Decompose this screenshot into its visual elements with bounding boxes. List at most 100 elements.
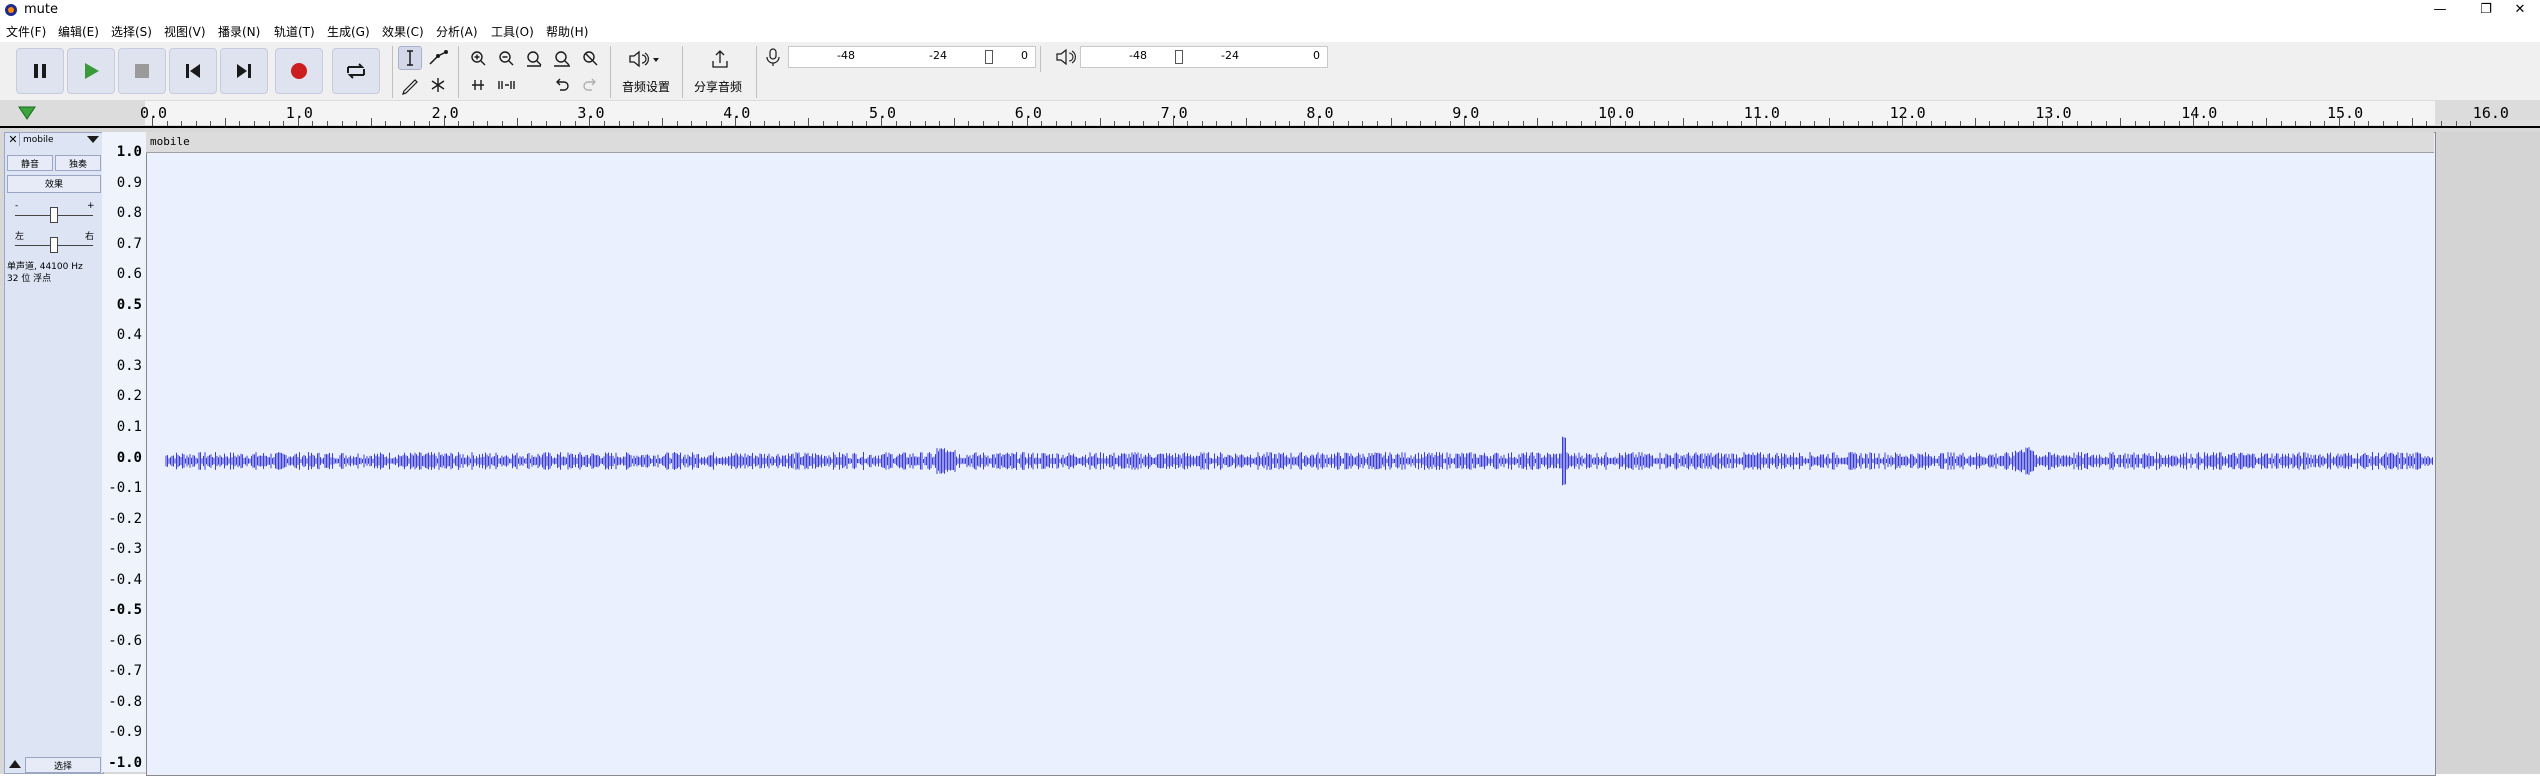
- ruler-tick: [2003, 121, 2005, 126]
- undo-button[interactable]: [550, 73, 574, 97]
- trim-audio-button[interactable]: [466, 73, 490, 97]
- ruler-tick: [1012, 121, 1014, 126]
- play-button[interactable]: [67, 48, 115, 94]
- ruler-tick: [1639, 121, 1641, 126]
- multi-tool[interactable]: [426, 73, 450, 97]
- ruler-label: 3.0: [577, 104, 605, 122]
- zoom-toggle-button[interactable]: [578, 46, 602, 70]
- close-button[interactable]: ✕: [2500, 0, 2540, 20]
- minimize-button[interactable]: —: [2420, 0, 2460, 20]
- menu-edit[interactable]: 编辑(E): [58, 23, 99, 40]
- skip-to-start-button[interactable]: [169, 48, 217, 94]
- speaker-icon[interactable]: [1054, 47, 1076, 67]
- redo-button[interactable]: [578, 73, 602, 97]
- menu-help[interactable]: 帮助(H): [546, 23, 588, 40]
- skip-to-end-button[interactable]: [220, 48, 268, 94]
- menu-view[interactable]: 视图(V): [164, 23, 206, 40]
- menu-analyze[interactable]: 分析(A): [436, 23, 478, 40]
- audio-setup-button[interactable]: 音频设置: [616, 46, 676, 96]
- menu-effect[interactable]: 效果(C): [382, 23, 424, 40]
- gain-slider-thumb[interactable]: [50, 207, 58, 223]
- pause-button[interactable]: [16, 48, 64, 94]
- ruler-tick: [2382, 121, 2384, 126]
- ruler-tick: [1143, 121, 1145, 126]
- amplitude-label: -0.6: [108, 632, 142, 649]
- ruler-tick: [1070, 121, 1072, 126]
- pan-left-label: 左: [15, 232, 25, 242]
- track-menu-dropdown-icon[interactable]: [87, 136, 99, 144]
- amplitude-label: -0.3: [108, 541, 142, 558]
- speaker-dropdown-icon: [629, 50, 659, 68]
- silence-audio-button[interactable]: [494, 73, 518, 97]
- fit-selection-button[interactable]: [522, 46, 546, 70]
- menu-file[interactable]: 文件(F): [6, 23, 46, 40]
- selection-tool[interactable]: [398, 46, 422, 70]
- playback-meter[interactable]: -48 -24 0: [1080, 46, 1328, 68]
- ruler-tick: [1362, 121, 1364, 126]
- record-icon: [291, 63, 307, 79]
- menu-generate[interactable]: 生成(G): [327, 23, 370, 40]
- track-close-button[interactable]: ✕: [7, 133, 20, 146]
- solo-label: 独奏: [68, 160, 87, 170]
- toolbar-separator: [1040, 46, 1041, 72]
- ruler-label: 15.0: [2327, 104, 2364, 122]
- ruler-tick: [2368, 121, 2370, 126]
- ruler-label: 16.0: [2472, 104, 2509, 122]
- clip-title-bar[interactable]: [146, 132, 2434, 153]
- record-button[interactable]: [275, 48, 323, 94]
- ruler-tick: [1493, 121, 1495, 126]
- draw-tool[interactable]: [398, 73, 422, 97]
- zoom-in-button[interactable]: [466, 46, 490, 70]
- menu-tracks[interactable]: 轨道(T): [274, 23, 315, 40]
- share-audio-button[interactable]: 分享音频: [690, 46, 750, 96]
- ruler-tick: [2149, 121, 2151, 126]
- ruler-tick: [851, 121, 853, 126]
- solo-button[interactable]: 独奏: [55, 155, 101, 171]
- fit-project-button[interactable]: [550, 46, 574, 70]
- mute-button[interactable]: 静音: [7, 155, 53, 171]
- ruler-tick: [1405, 121, 1407, 126]
- menu-tools[interactable]: 工具(O): [491, 23, 534, 40]
- select-track-button[interactable]: 选择: [25, 757, 101, 773]
- stop-icon: [135, 64, 149, 78]
- record-level-slider[interactable]: [985, 50, 993, 64]
- effects-button[interactable]: 效果: [7, 175, 101, 193]
- ruler-tick: [603, 121, 605, 126]
- playback-level-slider[interactable]: [1175, 50, 1183, 64]
- ruler-tick: [1668, 121, 1670, 126]
- amplitude-label: 0.5: [116, 296, 142, 313]
- ruler-tick: [1201, 121, 1203, 126]
- menu-transport[interactable]: 播录(N): [218, 23, 260, 40]
- zoom-toggle-icon: [583, 51, 598, 66]
- ruler-tick: [1580, 121, 1582, 126]
- ruler-tick: [1697, 121, 1699, 126]
- waveform[interactable]: [146, 152, 2434, 772]
- microphone-icon[interactable]: [764, 47, 782, 67]
- collapse-track-icon[interactable]: [9, 759, 21, 769]
- envelope-tool[interactable]: [426, 46, 450, 70]
- ruler-tick: [662, 118, 664, 126]
- ruler-tick: [487, 121, 489, 126]
- ruler-tick: [1537, 118, 1539, 126]
- ruler-tick: [2076, 121, 2078, 126]
- ruler-tick: [1843, 121, 1845, 126]
- loop-button[interactable]: [332, 48, 380, 94]
- playhead-marker-icon[interactable]: [18, 106, 36, 120]
- share-icon: [712, 50, 728, 68]
- record-meter[interactable]: -48 -24 0: [788, 46, 1036, 68]
- ruler-tick: [1959, 121, 1961, 126]
- ruler-tick: [1041, 121, 1043, 126]
- zoom-out-button[interactable]: [494, 46, 518, 70]
- stop-button[interactable]: [118, 48, 166, 94]
- ruler-tick: [735, 116, 737, 126]
- track-name-menu[interactable]: mobile: [23, 135, 54, 145]
- ruler-tick: [2266, 118, 2268, 126]
- pause-icon: [34, 64, 46, 78]
- ruler-tick: [1916, 121, 1918, 126]
- menu-select[interactable]: 选择(S): [111, 23, 152, 40]
- ruler-tick: [254, 121, 256, 126]
- pan-slider-thumb[interactable]: [50, 237, 58, 253]
- ruler-tick: [2309, 121, 2311, 126]
- ruler-tick: [1945, 121, 1947, 126]
- ruler-tick: [574, 121, 576, 126]
